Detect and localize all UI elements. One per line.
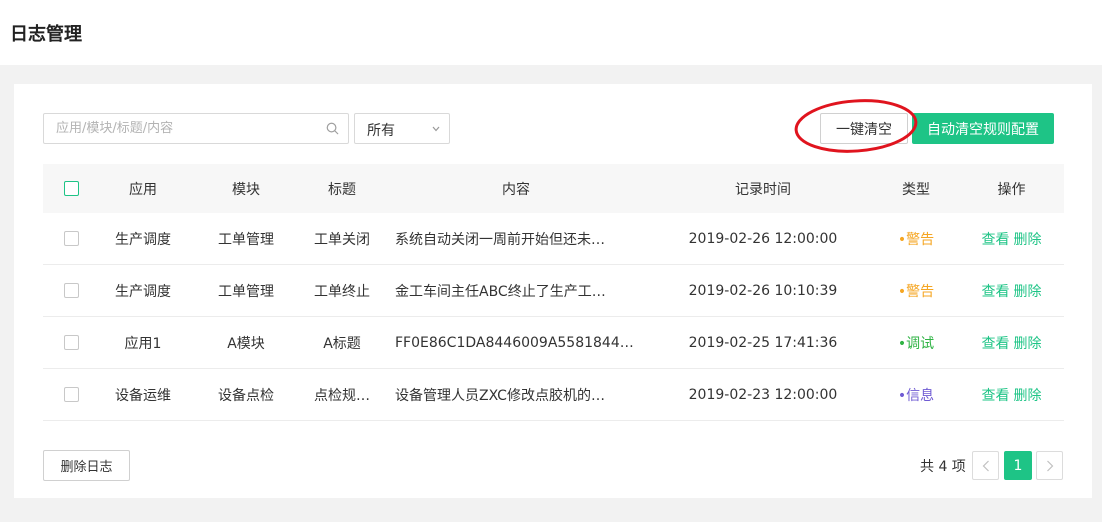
log-panel: 所有 一键清空 自动清空规则配置 应用 模块 标题 内容 记录时间 类型 操作 … <box>14 84 1092 498</box>
delete-link[interactable]: 删除 <box>1014 232 1042 248</box>
cell-actions: 查看 删除 <box>959 281 1064 301</box>
row-checkbox-cell <box>43 335 99 350</box>
cell-actions: 查看 删除 <box>959 229 1064 249</box>
cell-content: 系统自动关闭一周前开始但还未… <box>395 231 605 248</box>
table-row: 应用1 A模块 A标题 FF0E86C1DA8446009A5581844… 2… <box>43 317 1064 369</box>
search-input[interactable] <box>44 114 314 143</box>
column-header-content: 内容 <box>502 181 530 198</box>
top-bar: 日志管理 <box>0 0 1102 65</box>
row-checkbox[interactable] <box>63 231 79 246</box>
cell-type-badge: •警告 <box>897 231 935 248</box>
table-header: 应用 模块 标题 内容 记录时间 类型 操作 <box>43 164 1064 213</box>
row-checkbox-cell <box>43 387 99 402</box>
pagination-next-button[interactable] <box>1036 451 1063 480</box>
chevron-left-icon <box>982 460 989 471</box>
column-header-time: 记录时间 <box>735 181 791 198</box>
pagination-current-page[interactable]: 1 <box>1004 451 1032 480</box>
delete-link[interactable]: 删除 <box>1014 388 1042 404</box>
row-checkbox[interactable] <box>63 283 79 298</box>
cell-app: 设备运维 <box>115 387 171 404</box>
cell-module: 设备点检 <box>218 387 274 404</box>
row-checkbox-cell <box>43 231 99 246</box>
auto-clear-rules-button[interactable]: 自动清空规则配置 <box>912 113 1054 144</box>
delete-link[interactable]: 删除 <box>1014 284 1042 300</box>
row-checkbox-cell <box>43 283 99 298</box>
row-checkbox[interactable] <box>63 335 79 350</box>
cell-type-badge: •调试 <box>897 335 935 352</box>
cell-title: 工单关闭 <box>314 231 370 248</box>
cell-module: A模块 <box>227 335 265 352</box>
view-link[interactable]: 查看 <box>982 232 1010 248</box>
cell-title: 点检规… <box>314 387 370 404</box>
cell-module: 工单管理 <box>218 283 274 300</box>
chevron-right-icon <box>1046 460 1053 471</box>
table-row: 设备运维 设备点检 点检规… 设备管理人员ZXC修改点胶机的… 2019-02-… <box>43 369 1064 421</box>
cell-time: 2019-02-26 10:10:39 <box>688 282 838 299</box>
select-all-cell <box>43 181 99 196</box>
total-count: 共 4 项 <box>920 459 966 475</box>
cell-time: 2019-02-25 17:41:36 <box>688 334 838 351</box>
column-header-module: 模块 <box>232 181 260 198</box>
cell-time: 2019-02-26 12:00:00 <box>688 230 838 247</box>
table-row: 生产调度 工单管理 工单关闭 系统自动关闭一周前开始但还未… 2019-02-2… <box>43 213 1064 265</box>
view-link[interactable]: 查看 <box>982 284 1010 300</box>
chevron-down-icon <box>432 126 440 132</box>
cell-module: 工单管理 <box>218 231 274 248</box>
cell-app: 应用1 <box>124 335 162 352</box>
cell-type-badge: •信息 <box>897 387 935 404</box>
pagination-prev-button[interactable] <box>972 451 999 480</box>
column-header-app: 应用 <box>129 181 157 198</box>
cell-content: 设备管理人员ZXC修改点胶机的… <box>395 387 605 404</box>
select-all-checkbox[interactable] <box>63 181 79 196</box>
page-title: 日志管理 <box>10 24 82 45</box>
view-link[interactable]: 查看 <box>982 336 1010 352</box>
cell-content: FF0E86C1DA8446009A5581844… <box>395 334 634 351</box>
cell-type-badge: •警告 <box>897 283 935 300</box>
table-row: 生产调度 工单管理 工单终止 金工车间主任ABC终止了生产工… 2019-02-… <box>43 265 1064 317</box>
delete-link[interactable]: 删除 <box>1014 336 1042 352</box>
cell-content: 金工车间主任ABC终止了生产工… <box>395 283 606 300</box>
log-table: 应用 模块 标题 内容 记录时间 类型 操作 生产调度 工单管理 工单关闭 系统… <box>43 164 1064 421</box>
type-filter-select[interactable]: 所有 <box>354 113 450 144</box>
search-icon[interactable] <box>325 121 340 136</box>
column-header-type: 类型 <box>902 181 930 198</box>
cell-time: 2019-02-23 12:00:00 <box>688 386 838 403</box>
type-filter-value: 所有 <box>367 123 395 139</box>
search-box[interactable] <box>43 113 349 144</box>
cell-app: 生产调度 <box>115 283 171 300</box>
cell-title: A标题 <box>323 335 361 352</box>
cell-title: 工单终止 <box>314 283 370 300</box>
cell-actions: 查看 删除 <box>959 333 1064 353</box>
cell-actions: 查看 删除 <box>959 385 1064 405</box>
column-header-actions: 操作 <box>997 181 1026 198</box>
delete-logs-button[interactable]: 删除日志 <box>43 450 130 481</box>
view-link[interactable]: 查看 <box>982 388 1010 404</box>
column-header-title: 标题 <box>328 181 356 198</box>
annotation-ring <box>794 99 918 153</box>
cell-app: 生产调度 <box>115 231 171 248</box>
row-checkbox[interactable] <box>63 387 79 402</box>
